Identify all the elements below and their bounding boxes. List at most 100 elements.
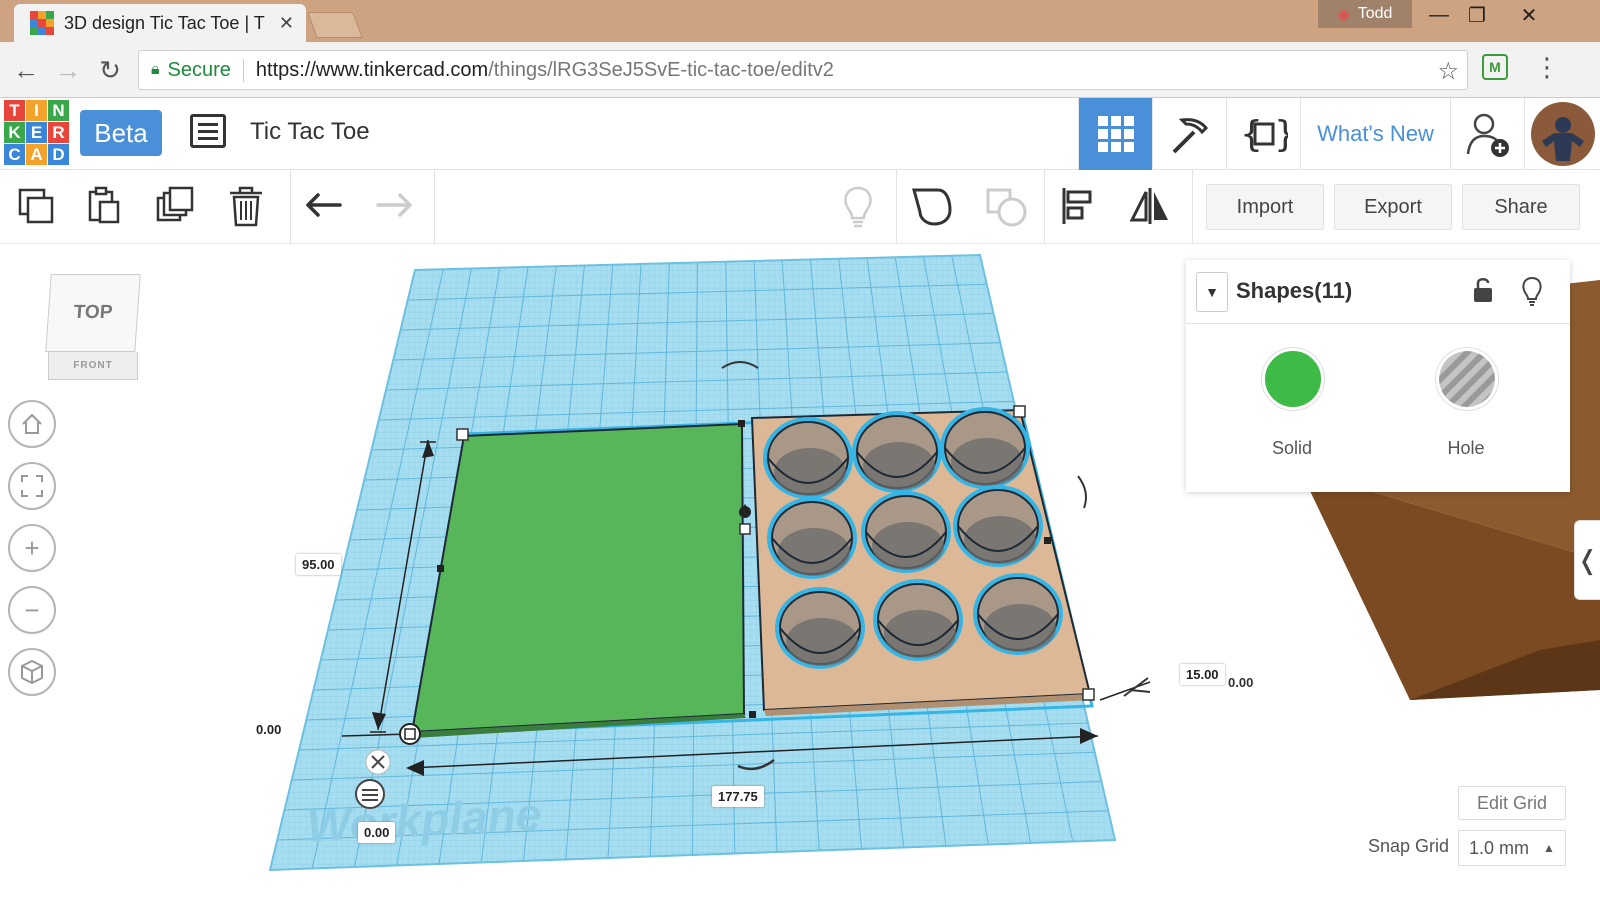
align-button[interactable] — [1054, 182, 1102, 230]
chevron-down-icon: ▼ — [1205, 284, 1219, 300]
hole-swatch[interactable] — [1436, 348, 1498, 410]
hole-cylinder[interactable] — [775, 587, 865, 669]
hole-cylinder[interactable] — [940, 407, 1030, 489]
tab-close-icon[interactable]: ✕ — [279, 13, 294, 34]
home-view-button[interactable] — [8, 400, 56, 448]
logo-letter: R — [48, 122, 69, 143]
trash-icon — [230, 186, 262, 227]
show-all-button[interactable] — [834, 182, 882, 230]
new-tab-button[interactable] — [307, 12, 363, 38]
depth-dimension-label[interactable]: 15.00 — [1180, 664, 1225, 685]
origin-y-label[interactable]: 0.00 — [250, 719, 287, 740]
fit-view-button[interactable] — [8, 462, 56, 510]
app-header: T I N K E R C A D Beta Tic Tac Toe {Wha… — [0, 98, 1600, 170]
shape-inspector-panel: ▼ Shapes(11) Solid Hole — [1186, 260, 1570, 492]
logo-letter: A — [26, 144, 47, 165]
design-workspace[interactable]: Workplane TOP FRONT + − 95.00 0.00 0.00 … — [0, 244, 1600, 900]
zoom-out-button[interactable]: − — [8, 586, 56, 634]
reload-icon[interactable]: ↻ — [92, 52, 128, 88]
hole-cylinder[interactable] — [763, 417, 853, 499]
hole-cylinder[interactable] — [953, 485, 1043, 567]
fit-to-view-icon — [21, 475, 43, 497]
width-dimension-label[interactable]: 177.75 — [712, 786, 764, 807]
elevation-label[interactable]: 0.00 — [1222, 672, 1259, 693]
tinkercad-favicon-icon — [30, 11, 54, 35]
logo-letter: T — [4, 100, 25, 121]
hole-cylinder[interactable] — [861, 491, 951, 573]
ungroup-button[interactable] — [982, 182, 1030, 230]
copy-icon — [18, 188, 54, 224]
address-bar[interactable]: 🔒︎ Secure https://www.tinkercad.com/thin… — [138, 50, 1468, 90]
forward-arrow-icon[interactable]: → — [50, 52, 86, 88]
view-cube-top[interactable]: TOP — [45, 274, 141, 352]
hole-cylinder[interactable] — [873, 579, 963, 661]
toolbar-divider — [290, 170, 291, 244]
share-button[interactable]: Share — [1462, 184, 1580, 230]
expand-shapes-library-button[interactable]: ❬ — [1574, 520, 1600, 600]
mirror-button[interactable] — [1126, 182, 1174, 230]
svg-text:}: } — [1274, 114, 1288, 155]
undo-arrow-icon — [306, 193, 342, 217]
edit-grid-button[interactable]: Edit Grid — [1458, 786, 1566, 820]
beta-badge[interactable]: Beta — [80, 110, 162, 156]
svg-text:{: { — [1240, 114, 1263, 155]
delete-button[interactable] — [222, 182, 270, 230]
3d-design-view-button[interactable] — [1078, 98, 1152, 170]
green-board-shape[interactable] — [410, 422, 746, 738]
redo-button[interactable] — [370, 182, 418, 230]
snap-grid-select[interactable]: 1.0 mm ▲ — [1458, 830, 1566, 866]
lightbulb-icon — [844, 186, 872, 228]
export-button[interactable]: Export — [1334, 184, 1452, 230]
tinkercad-logo[interactable]: T I N K E R C A D — [4, 100, 69, 166]
hole-cylinder[interactable] — [973, 573, 1063, 655]
design-title[interactable]: Tic Tac Toe — [250, 118, 370, 146]
lock-toggle-button[interactable] — [1472, 276, 1496, 311]
hide-toggle-button[interactable] — [1520, 276, 1544, 313]
view-cube[interactable]: TOP FRONT — [45, 274, 141, 380]
collapse-panel-button[interactable]: ▼ — [1196, 272, 1228, 312]
close-window-button[interactable]: ✕ — [1506, 0, 1552, 30]
user-avatar-button[interactable] — [1524, 98, 1600, 170]
height-dimension-label[interactable]: 95.00 — [296, 554, 341, 575]
grid-icon — [1097, 116, 1134, 152]
edit-toolbar: Import Export Share — [0, 170, 1600, 244]
toolbar-divider — [434, 170, 435, 244]
browser-menu-icon[interactable]: ⋮ — [1534, 52, 1560, 83]
design-list-icon[interactable] — [190, 114, 226, 148]
secure-label: Secure — [168, 58, 244, 82]
maximize-button[interactable]: ❐ — [1454, 0, 1500, 30]
extension-icon[interactable]: M — [1482, 54, 1508, 80]
height-handle[interactable] — [1123, 677, 1151, 697]
browser-tab[interactable]: 3D design Tic Tac Toe | T ✕ — [14, 4, 306, 42]
group-button[interactable] — [908, 182, 956, 230]
toolbar-divider — [896, 170, 897, 244]
pickaxe-icon — [1172, 118, 1208, 154]
rotate-handle-side[interactable] — [1077, 475, 1087, 509]
zoom-in-button[interactable]: + — [8, 524, 56, 572]
duplicate-button[interactable] — [152, 182, 200, 230]
paste-button[interactable] — [80, 182, 128, 230]
codeblocks-view-button[interactable]: { } — [1226, 98, 1300, 170]
view-cube-front[interactable]: FRONT — [48, 352, 138, 380]
undo-button[interactable] — [300, 182, 348, 230]
invite-user-button[interactable] — [1450, 98, 1524, 170]
import-button[interactable]: Import — [1206, 184, 1324, 230]
hole-pattern-icon — [1439, 351, 1495, 407]
hole-cylinder[interactable] — [767, 497, 857, 579]
back-arrow-icon[interactable]: ← — [8, 52, 44, 88]
copy-button[interactable] — [12, 182, 60, 230]
bookmark-star-icon[interactable]: ☆ — [1437, 57, 1459, 86]
ungroup-icon — [986, 188, 1027, 227]
hole-cylinder[interactable] — [852, 411, 942, 493]
profile-button[interactable]: ◉ Todd — [1318, 0, 1412, 28]
whats-new-link[interactable]: What's New — [1300, 98, 1450, 170]
solid-color-swatch[interactable] — [1262, 348, 1324, 410]
origin-x-label[interactable]: 0.00 — [358, 822, 396, 843]
toolbar-divider — [1044, 170, 1045, 244]
minecraft-view-button[interactable] — [1152, 98, 1226, 170]
plus-icon: + — [24, 532, 40, 563]
url-host: https://www.tinkercad.com — [255, 58, 489, 81]
chevron-up-icon: ▲ — [1543, 841, 1555, 855]
perspective-button[interactable] — [8, 648, 56, 696]
logo-letter: D — [48, 144, 69, 165]
